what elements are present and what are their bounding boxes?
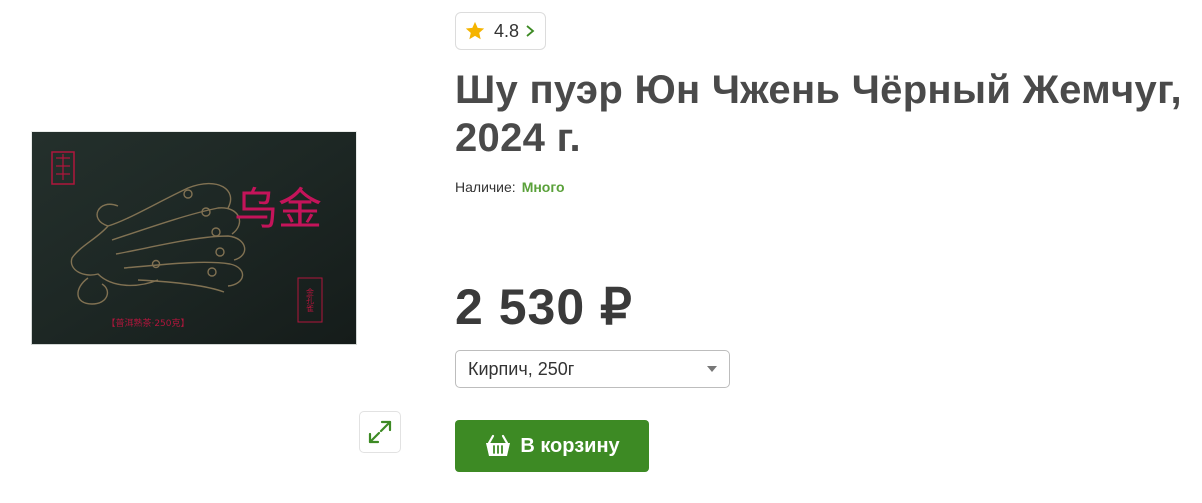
package-char-1: 乌金 xyxy=(234,184,322,235)
star-icon xyxy=(465,21,485,40)
availability-label: Наличие: xyxy=(455,179,516,195)
rating-value: 4.8 xyxy=(494,20,520,41)
chevron-right-icon xyxy=(526,25,535,37)
expand-arrows-icon xyxy=(368,420,392,444)
svg-text:【普洱熟茶·250克】: 【普洱熟茶·250克】 xyxy=(106,317,189,329)
product-price: 2 530 ₽ xyxy=(455,279,633,335)
product-info: 4.8 Шу пуэр Юн Чжень Чёрный Жемчуг, 2024… xyxy=(455,0,1195,503)
availability: Наличие: Много xyxy=(455,179,565,195)
variant-select[interactable]: Кирпич, 250г xyxy=(455,350,730,388)
zoom-button[interactable] xyxy=(359,411,401,453)
svg-text:金孔雀: 金孔雀 xyxy=(306,287,315,313)
dropdown-caret-icon xyxy=(707,366,717,372)
product-image[interactable]: 乌金 金孔雀 【普洱熟茶·250克】 xyxy=(28,128,360,348)
variant-selected-value: Кирпич, 250г xyxy=(468,358,575,379)
rating-badge[interactable]: 4.8 xyxy=(455,12,547,50)
basket-icon xyxy=(486,434,511,456)
add-to-cart-button[interactable]: В корзину xyxy=(455,420,649,472)
product-title: Шу пуэр Юн Чжень Чёрный Жемчуг, 2024 г. xyxy=(455,68,1182,160)
availability-value: Много xyxy=(521,179,565,195)
add-to-cart-label: В корзину xyxy=(520,434,620,457)
product-gallery: 乌金 金孔雀 【普洱熟茶·250克】 xyxy=(0,0,440,503)
